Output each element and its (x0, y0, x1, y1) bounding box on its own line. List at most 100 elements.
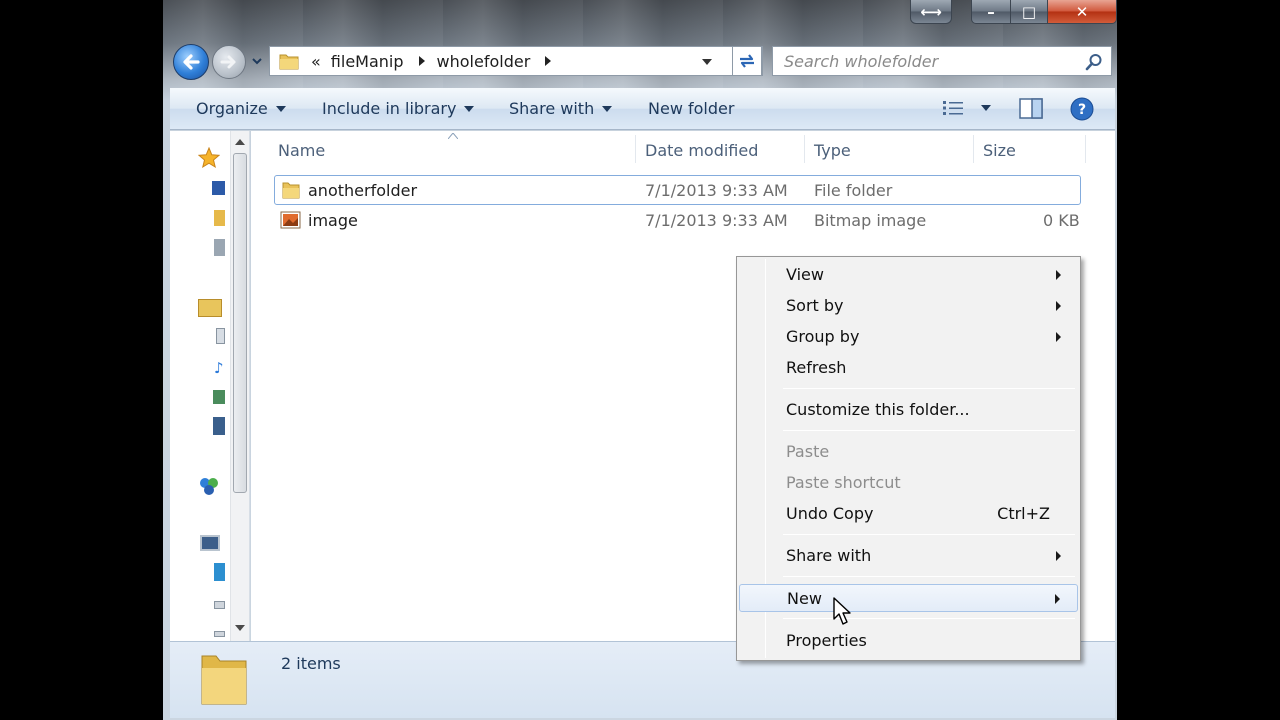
downloads-folder-icon[interactable] (214, 210, 225, 226)
favorites-star-icon[interactable] (198, 147, 220, 169)
search-icon[interactable] (1085, 53, 1103, 71)
desktop-icon[interactable] (212, 181, 225, 195)
menu-separator (783, 618, 1075, 619)
nav-scrollbar-thumb[interactable] (233, 153, 247, 493)
back-button[interactable] (173, 44, 209, 80)
address-dropdown-icon[interactable] (702, 58, 712, 66)
breadcrumb-wholefolder[interactable]: wholefolder (437, 52, 531, 71)
computer-icon[interactable] (200, 535, 220, 551)
menu-item-label: Sort by (786, 296, 844, 315)
folder-icon (279, 54, 299, 70)
navigation-pane: ♪ (170, 131, 250, 641)
include-in-library-label: Include in library (322, 99, 457, 118)
chevron-down-icon (602, 105, 613, 112)
organize-label: Organize (196, 99, 268, 118)
maximize-icon: □ (1021, 2, 1037, 21)
column-divider[interactable] (804, 135, 805, 163)
menu-item-label: View (786, 265, 824, 284)
maximize-button[interactable]: □ (1010, 0, 1048, 24)
change-view-button[interactable] (942, 100, 991, 116)
refresh-button[interactable] (732, 46, 762, 76)
new-folder-button[interactable]: New folder (648, 99, 734, 118)
drive-icon[interactable] (214, 601, 225, 609)
file-row[interactable]: anotherfolder 7/1/2013 9:33 AM File fold… (274, 175, 1081, 205)
address-overflow[interactable]: « (311, 52, 321, 71)
preview-pane-icon[interactable] (1019, 98, 1043, 119)
column-divider[interactable] (973, 135, 974, 163)
column-divider[interactable] (1085, 135, 1086, 163)
videos-library-icon[interactable] (213, 417, 225, 435)
breadcrumb-arrow-icon[interactable] (544, 56, 552, 66)
menu-item-undo-copy[interactable]: Undo Copy Ctrl+Z (739, 500, 1078, 528)
address-bar[interactable]: « fileManip wholefolder (269, 46, 763, 76)
menu-item-label: Customize this folder... (786, 400, 970, 419)
column-header-date-modified[interactable]: Date modified (645, 141, 758, 160)
column-header-name[interactable]: Name (278, 141, 325, 160)
recent-pages-chevron-icon[interactable] (251, 54, 263, 68)
homegroup-icon[interactable] (197, 474, 221, 498)
folder-icon (282, 182, 300, 199)
column-header-size[interactable]: Size (983, 141, 1016, 160)
menu-item-sort-by[interactable]: Sort by (739, 292, 1078, 320)
chevron-down-icon (275, 105, 286, 112)
folder-large-icon (201, 655, 247, 705)
nav-scrollbar[interactable] (230, 131, 249, 641)
menu-item-new[interactable]: New (739, 584, 1078, 612)
music-library-icon[interactable]: ♪ (214, 359, 225, 377)
file-type: Bitmap image (814, 211, 927, 230)
column-header-type[interactable]: Type (814, 141, 851, 160)
local-disk-icon[interactable] (214, 563, 225, 581)
recent-places-icon[interactable] (214, 239, 225, 256)
submenu-arrow-icon (1056, 270, 1061, 280)
search-input[interactable]: Search wholefolder (772, 46, 1112, 76)
menu-item-group-by[interactable]: Group by (739, 323, 1078, 351)
menu-item-share-with[interactable]: Share with (739, 542, 1078, 570)
close-icon: ✕ (1075, 2, 1089, 21)
help-icon[interactable]: ? (1070, 97, 1094, 121)
minimize-button[interactable]: – (971, 0, 1011, 24)
mouse-cursor-icon (833, 597, 851, 625)
close-button[interactable]: ✕ (1047, 0, 1117, 24)
menu-item-customize-folder[interactable]: Customize this folder... (739, 396, 1078, 424)
forward-button[interactable] (212, 45, 246, 79)
breadcrumb-filemanip[interactable]: fileManip (331, 52, 404, 71)
command-bar: Organize Include in library Share with N… (170, 88, 1115, 130)
libraries-icon[interactable] (198, 299, 222, 317)
file-type: File folder (814, 181, 893, 200)
organize-button[interactable]: Organize (196, 99, 286, 118)
share-with-label: Share with (509, 99, 595, 118)
menu-item-shortcut: Ctrl+Z (997, 504, 1050, 523)
breadcrumb-arrow-icon[interactable] (418, 56, 426, 66)
column-divider[interactable] (635, 135, 636, 163)
file-name: image (308, 211, 358, 230)
drive-icon[interactable] (214, 631, 225, 637)
back-arrow-icon (183, 54, 200, 70)
sort-ascending-icon (448, 133, 458, 139)
refresh-icon (740, 54, 754, 68)
scroll-down-icon[interactable] (235, 624, 245, 632)
search-placeholder: Search wholefolder (784, 51, 939, 71)
menu-item-label: Undo Copy (786, 504, 874, 523)
menu-item-label: Properties (786, 631, 867, 650)
pictures-library-icon[interactable] (213, 390, 225, 404)
menu-item-view[interactable]: View (739, 261, 1078, 289)
menu-item-label: Paste shortcut (786, 473, 901, 492)
menu-item-refresh[interactable]: Refresh (739, 354, 1078, 382)
new-folder-label: New folder (648, 99, 735, 118)
submenu-arrow-icon (1056, 551, 1061, 561)
submenu-arrow-icon (1056, 332, 1061, 342)
resize-button[interactable]: ⟷ (910, 0, 952, 24)
submenu-arrow-icon (1055, 594, 1060, 604)
chevron-down-icon (981, 105, 991, 111)
menu-separator (783, 388, 1075, 389)
file-row[interactable]: image 7/1/2013 9:33 AM Bitmap image 0 KB (274, 206, 1081, 236)
menu-separator (783, 430, 1075, 431)
documents-library-icon[interactable] (216, 328, 225, 344)
file-size: 0 KB (1043, 211, 1080, 230)
menu-item-label: New (787, 589, 822, 608)
scroll-up-icon[interactable] (235, 138, 245, 146)
include-in-library-button[interactable]: Include in library (322, 99, 475, 118)
menu-item-properties[interactable]: Properties (739, 627, 1078, 655)
share-with-button[interactable]: Share with (509, 99, 613, 118)
menu-separator (783, 576, 1075, 577)
